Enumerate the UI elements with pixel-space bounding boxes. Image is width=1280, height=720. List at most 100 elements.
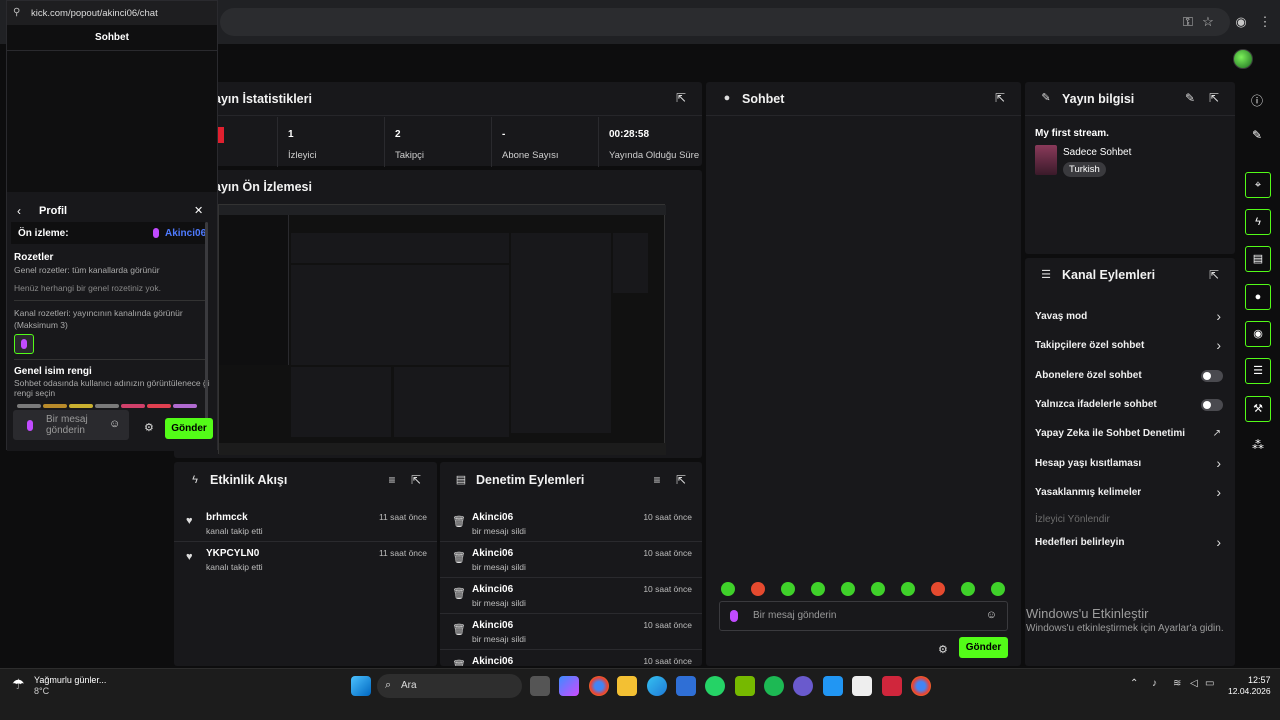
menu-kebab-icon[interactable]: ⋮ — [1257, 14, 1273, 30]
app-icon[interactable] — [823, 676, 843, 696]
badges-sub: Genel rozetler: tüm kanallarda görünür — [14, 265, 160, 275]
edge-icon[interactable] — [647, 676, 667, 696]
notepad-icon[interactable] — [852, 676, 872, 696]
popout-icon[interactable]: ⇱ — [1207, 268, 1221, 282]
scrollbar[interactable] — [205, 222, 208, 422]
item-sub: bir mesajı sildi — [472, 526, 526, 536]
emoji-icon[interactable]: ☺ — [109, 418, 120, 430]
screen-capture-icon[interactable]: ⌖ — [1245, 172, 1271, 198]
account-age-item[interactable]: Hesap yaşı kısıtlaması › — [1025, 450, 1235, 479]
chrome-icon[interactable] — [911, 676, 931, 696]
lightning-icon[interactable]: ϟ — [1245, 209, 1271, 235]
store-icon[interactable] — [676, 676, 696, 696]
back-arrow-icon[interactable]: ‹ — [17, 204, 21, 218]
lightning-icon: ϟ — [192, 474, 198, 486]
app-icon[interactable] — [793, 676, 813, 696]
address-bar[interactable] — [220, 8, 1230, 36]
ai-moderation-item[interactable]: Yapay Zeka ile Sohbet Denetimi ↗ — [1025, 420, 1235, 449]
emoji-icon[interactable]: ☺ — [986, 609, 997, 621]
wrench-icon[interactable]: ⚒ — [1245, 396, 1271, 422]
goals-item[interactable]: Hedefleri belirleyin › — [1025, 529, 1235, 558]
emotes-only-toggle[interactable] — [1201, 399, 1223, 411]
profile-icon[interactable]: ◉ — [1233, 14, 1249, 30]
chrome-icon[interactable] — [589, 676, 609, 696]
volume-icon[interactable]: ◁ — [1190, 678, 1198, 689]
clock-time[interactable]: 12:57 — [1248, 675, 1271, 685]
wifi-icon[interactable]: ≋ — [1173, 678, 1181, 689]
spotify-icon[interactable] — [764, 676, 784, 696]
popout-icon[interactable]: ⇱ — [674, 91, 688, 105]
close-icon[interactable]: ✕ — [194, 204, 203, 217]
item-name: Akinci06 — [472, 548, 514, 559]
color-swatch[interactable] — [95, 404, 119, 408]
emote-icon[interactable] — [991, 582, 1005, 596]
emote-icon[interactable] — [931, 582, 945, 596]
broadcast-icon[interactable]: ◉ — [1245, 321, 1271, 347]
start-button-icon[interactable] — [351, 676, 371, 696]
popout-icon[interactable]: ⇱ — [409, 473, 423, 487]
color-swatch[interactable] — [43, 404, 67, 408]
settings-gear-icon[interactable]: ⚙ — [938, 643, 948, 656]
list-icon[interactable]: ☰ — [1245, 358, 1271, 384]
bookmark-star-icon[interactable]: ☆ — [1200, 14, 1216, 30]
file-explorer-icon[interactable] — [617, 676, 637, 696]
send-button[interactable]: Gönder — [959, 637, 1008, 658]
battery-icon[interactable]: ▭ — [1205, 678, 1214, 689]
site-settings-icon[interactable]: ⚲ — [13, 7, 20, 18]
weather-icon[interactable]: ☂ — [12, 676, 25, 693]
list-item: ♥ brhmcck kanalı takip etti 11 saat önce — [174, 506, 437, 542]
color-swatch[interactable] — [69, 404, 93, 408]
nvidia-icon[interactable] — [735, 676, 755, 696]
channel-badge-slot[interactable] — [14, 334, 34, 354]
category-thumbnail — [1035, 145, 1057, 175]
emote-icon[interactable] — [841, 582, 855, 596]
app-icon[interactable] — [882, 676, 902, 696]
filter-icon[interactable]: ≡ — [385, 473, 399, 487]
list-item: ♥ YKPCYLN0 kanalı takip etti 11 saat önc… — [174, 542, 437, 578]
settings-gear-icon[interactable]: ⚙ — [144, 421, 154, 434]
edit-pencil-icon[interactable]: ✎ — [1252, 128, 1262, 142]
emote-icon[interactable] — [721, 582, 735, 596]
tray-chevron-icon[interactable]: ⌃ — [1130, 678, 1138, 689]
color-swatch[interactable] — [17, 404, 41, 408]
followers-only-item[interactable]: Takipçilere özel sohbet › — [1025, 332, 1235, 361]
popup-send-button[interactable]: Gönder — [165, 418, 213, 439]
user-avatar[interactable] — [1233, 49, 1253, 69]
subscribers-only-toggle[interactable] — [1201, 370, 1223, 382]
slow-mode-item[interactable]: Yavaş mod › — [1025, 303, 1235, 332]
chat-input[interactable]: Bir mesaj gönderin ☺ — [719, 601, 1008, 631]
color-swatch[interactable] — [121, 404, 145, 408]
action-label: Yavaş mod — [1035, 311, 1088, 322]
emote-icon[interactable] — [871, 582, 885, 596]
taskbar-search[interactable]: ⌕ Ara — [377, 674, 522, 698]
chat-bubble-icon[interactable]: ● — [1245, 284, 1271, 310]
document-icon[interactable]: ▤ — [1245, 246, 1271, 272]
info-icon[interactable]: ⓘ — [1251, 92, 1263, 109]
task-view-icon[interactable] — [530, 676, 550, 696]
list-item: 🗑 Akinci06 bir mesajı sildi 10 saat önce — [440, 506, 702, 542]
color-swatch[interactable] — [173, 404, 197, 408]
popup-chat-input[interactable]: Bir mesaj gönderin ☺ — [13, 410, 129, 440]
share-icon[interactable]: ⁂ — [1252, 438, 1264, 452]
preview-video[interactable] — [218, 204, 666, 455]
copilot-icon[interactable] — [559, 676, 579, 696]
color-swatch[interactable] — [147, 404, 171, 408]
popout-icon[interactable]: ⇱ — [993, 91, 1007, 105]
banned-words-item[interactable]: Yasaklanmış kelimeler › — [1025, 479, 1235, 508]
clock-date[interactable]: 12.04.2026 — [1228, 686, 1271, 696]
emote-icon[interactable] — [811, 582, 825, 596]
whatsapp-icon[interactable] — [705, 676, 725, 696]
mic-tray-icon[interactable]: ♪ — [1152, 678, 1157, 689]
emote-icon[interactable] — [751, 582, 765, 596]
emote-icon[interactable] — [781, 582, 795, 596]
password-key-icon[interactable]: ⚿ — [1180, 14, 1196, 30]
popout-icon[interactable]: ⇱ — [1207, 91, 1221, 105]
emote-icon[interactable] — [901, 582, 915, 596]
subscribers-only-item: Abonelere özel sohbet — [1025, 362, 1235, 391]
popout-icon[interactable]: ⇱ — [674, 473, 688, 487]
filter-icon[interactable]: ≡ — [650, 473, 664, 487]
color-title: Genel isim rengi — [14, 366, 92, 377]
emote-icon[interactable] — [961, 582, 975, 596]
action-label: İzleyici Yönlendir — [1035, 514, 1110, 525]
edit-pencil-icon[interactable]: ✎ — [1183, 91, 1197, 105]
